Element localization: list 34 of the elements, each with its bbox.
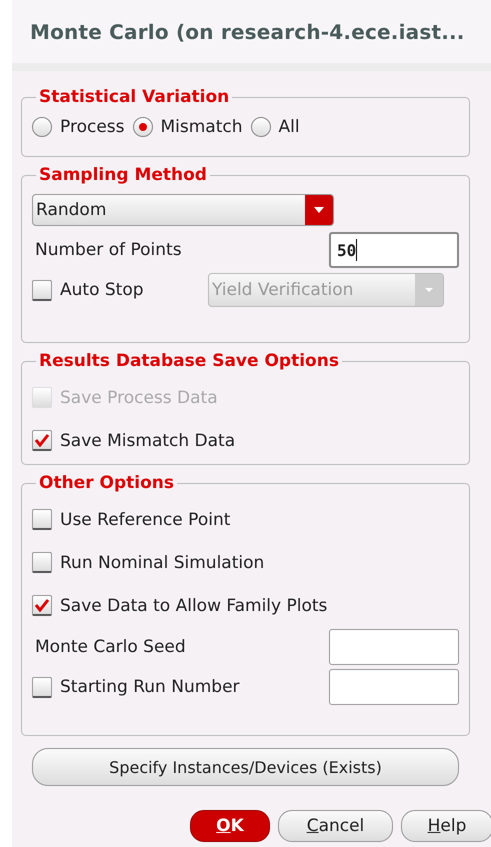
checkbox-label: Run Nominal Simulation	[60, 552, 264, 572]
checkbox[interactable]	[32, 595, 52, 616]
checkbox-label: Starting Run Number	[60, 677, 240, 697]
input-field[interactable]	[329, 669, 459, 705]
checkbox[interactable]	[32, 509, 52, 530]
radio-button[interactable]	[32, 117, 52, 137]
dropdown-arrow-icon	[424, 287, 434, 293]
radio-button[interactable]	[250, 117, 271, 137]
checkbox-label: Use Reference Point	[60, 510, 230, 530]
checkbox-label: Save Mismatch Data	[60, 430, 236, 450]
radio-label: All	[278, 117, 300, 137]
dialog-button[interactable]: OK	[190, 810, 270, 842]
input-field[interactable]: 50	[329, 232, 459, 268]
checkbox[interactable]	[32, 676, 52, 698]
group-title: Results Database Save Options	[36, 351, 342, 371]
dialog-button[interactable]: Help	[401, 810, 491, 842]
radio-label: Mismatch	[160, 117, 243, 137]
radio-label: Process	[60, 117, 124, 137]
dialog-button[interactable]: Cancel	[278, 810, 393, 842]
field-label: Monte Carlo Seed	[34, 637, 186, 657]
input-field[interactable]	[329, 629, 459, 665]
group-title: Sampling Method	[36, 165, 210, 185]
checkbox-label: Auto Stop	[60, 280, 145, 300]
checkbox-label: Save Process Data	[60, 388, 218, 408]
checkbox-label: Save Data to Allow Family Plots	[60, 596, 328, 616]
sampling-dropdown[interactable]: Random	[32, 194, 334, 226]
checkbox[interactable]	[32, 430, 52, 451]
dropdown-arrow-icon	[313, 206, 325, 214]
specify-instances-button[interactable]: Specify Instances/Devices (Exists)	[32, 748, 459, 786]
radio-button[interactable]	[132, 117, 152, 137]
group-title: Other Options	[36, 473, 177, 493]
window-title: Monte Carlo (on research-4.ece.iast...	[30, 20, 465, 44]
checkbox[interactable]	[32, 552, 52, 573]
field-label: Number of Points	[34, 240, 182, 260]
